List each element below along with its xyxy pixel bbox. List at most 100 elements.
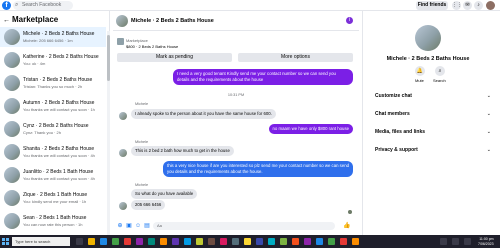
gif-icon[interactable]: ▤ xyxy=(144,223,150,229)
conversation-item[interactable]: Autumn · 2 Beds 2 Baths House You thanks… xyxy=(0,96,106,116)
conversation-preview: You: kindly send me your email · 1h xyxy=(23,199,87,204)
top-bar: f ⌕ Search Facebook Find friends ⋮⋮ ✉ ♪ xyxy=(0,0,500,11)
chat-members-row[interactable]: Chat members ⌄ xyxy=(375,111,491,119)
conversation-preview: You thanks we will contact you soon · 4h xyxy=(23,176,95,181)
sent-message: this a very nice house if are you intere… xyxy=(163,161,353,177)
conversation-item[interactable]: Katherine · 2 Beds 2 Baths House You: ok… xyxy=(0,50,106,70)
received-message: This is 2 bed 2 bath how much to get in … xyxy=(131,146,234,156)
read-receipt-avatar xyxy=(348,210,352,214)
conversation-name: Shanita · 2 Beds 2 Baths House xyxy=(23,146,95,152)
media-files-links-row[interactable]: Media, files and links ⌄ xyxy=(375,129,491,137)
app-icon[interactable] xyxy=(328,238,335,245)
facebook-logo[interactable]: f xyxy=(2,1,11,10)
mute-label: Mute xyxy=(415,78,424,83)
message-input[interactable]: Aa xyxy=(153,222,335,230)
listing-thumbnail xyxy=(4,167,20,183)
app-icon[interactable] xyxy=(316,238,323,245)
privacy-support-row[interactable]: Privacy & support ⌄ xyxy=(375,147,491,155)
app-icon[interactable] xyxy=(352,238,359,245)
chevron-down-icon: ⌄ xyxy=(486,129,491,135)
app-icon[interactable] xyxy=(124,238,131,245)
chat-avatar[interactable] xyxy=(116,15,128,27)
app-icon[interactable] xyxy=(268,238,275,245)
messenger-icon[interactable]: ✉ xyxy=(463,1,472,10)
windows-start-icon[interactable] xyxy=(2,238,9,245)
app-icon[interactable] xyxy=(208,238,215,245)
listing-price: $800 · 2 Beds 2 Baths House xyxy=(126,44,179,49)
volume-icon[interactable] xyxy=(464,238,471,245)
chat-header: Michele · 2 Beds 2 Baths House i xyxy=(113,11,359,31)
system-tray-icon[interactable] xyxy=(440,238,447,245)
mute-bell-icon[interactable]: 🔔 xyxy=(415,66,425,76)
search-input[interactable]: ⌕ Search Facebook xyxy=(13,1,73,10)
app-icon[interactable] xyxy=(220,238,227,245)
plus-icon[interactable]: ⊕ xyxy=(117,223,123,229)
sender-avatar xyxy=(119,112,127,120)
menu-grid-icon[interactable]: ⋮⋮ xyxy=(452,1,462,10)
back-arrow-icon[interactable]: ← xyxy=(3,17,10,24)
conversation-item[interactable]: Zique · 2 Beds 1 Bath House You: kindly … xyxy=(0,188,106,208)
search-icon: ⌕ xyxy=(15,2,19,8)
profile-avatar[interactable] xyxy=(486,1,495,10)
listing-thumbnail xyxy=(4,121,20,137)
conversation-item[interactable]: Sean · 2 Beds 1 Bath House You can now r… xyxy=(0,211,106,231)
taskbar-search-input[interactable]: Type here to search xyxy=(12,237,70,246)
find-friends-button[interactable]: Find friends xyxy=(416,1,448,10)
like-icon[interactable]: 👍 xyxy=(343,223,350,229)
app-icon[interactable] xyxy=(136,238,143,245)
mark-pending-button[interactable]: Mark as pending xyxy=(117,53,232,62)
app-icon[interactable] xyxy=(244,238,251,245)
wifi-icon[interactable] xyxy=(452,238,459,245)
app-icon[interactable] xyxy=(184,238,191,245)
info-icon[interactable]: i xyxy=(346,17,353,24)
chevron-down-icon: ⌄ xyxy=(486,111,491,117)
more-options-button[interactable]: More options xyxy=(238,53,353,62)
conversation-item[interactable]: Tristan · 2 Beds 2 Baths House Tristan: … xyxy=(0,73,106,93)
conversation-preview: You: ok · 4m xyxy=(23,61,46,66)
app-icon[interactable] xyxy=(280,238,287,245)
received-message: So what do you have available xyxy=(131,189,198,199)
conversation-name: Autumn · 2 Beds 2 Baths House xyxy=(23,100,95,106)
listing-thumbnail xyxy=(4,98,20,114)
taskbar-clock[interactable]: 11:00 pm 7/06/2023 xyxy=(478,237,494,246)
conversation-preview: Tristan: Thanks you so much · 2h xyxy=(23,84,83,89)
listing-label: Marketplace xyxy=(126,38,148,43)
app-icon[interactable] xyxy=(340,238,347,245)
app-icon[interactable] xyxy=(160,238,167,245)
edge-icon[interactable] xyxy=(100,238,107,245)
app-icon[interactable] xyxy=(304,238,311,245)
notifications-icon[interactable]: ♪ xyxy=(474,1,483,10)
customize-chat-row[interactable]: Customize chat ⌄ xyxy=(375,93,491,101)
file-explorer-icon[interactable] xyxy=(88,238,95,245)
conversation-item[interactable]: Juanlitto · 2 Beds 1 Bath House You than… xyxy=(0,165,106,185)
app-icon[interactable] xyxy=(292,238,299,245)
app-icon[interactable] xyxy=(256,238,263,245)
conversation-name: Cynz · 2 Beds 2 Baths House xyxy=(23,123,89,129)
app-icon[interactable] xyxy=(148,238,155,245)
image-icon[interactable]: ▣ xyxy=(126,223,132,229)
chevron-down-icon: ⌄ xyxy=(486,147,491,153)
app-icon[interactable] xyxy=(196,238,203,245)
conversation-item[interactable]: Cynz · 2 Beds 2 Baths House Cynz: Thank … xyxy=(0,119,106,139)
conversation-item[interactable]: Shanita · 2 Beds 2 Baths House You thank… xyxy=(0,142,106,162)
conversation-item[interactable]: Michele · 2 Beds 2 Baths House Michele: … xyxy=(0,27,106,47)
listing-thumbnail xyxy=(4,75,20,91)
app-icon[interactable] xyxy=(172,238,179,245)
task-view-icon[interactable] xyxy=(76,238,83,245)
conversation-details-panel: Michele · 2 Beds 2 Baths House 🔔 Mute ⌕ … xyxy=(362,11,500,235)
chat-title[interactable]: Michele · 2 Beds 2 Baths House xyxy=(131,18,214,24)
clock-time: 11:00 pm xyxy=(479,237,494,241)
app-icon[interactable] xyxy=(232,238,239,245)
listing-thumbnail xyxy=(4,29,20,45)
chrome-icon[interactable] xyxy=(112,238,119,245)
listing-thumbnail xyxy=(4,190,20,206)
search-icon[interactable]: ⌕ xyxy=(435,66,445,76)
sticker-icon[interactable]: ☺ xyxy=(135,223,141,229)
listing-summary[interactable]: Marketplace $800 · 2 Beds 2 Baths House xyxy=(117,36,353,50)
listing-thumbnail xyxy=(4,144,20,160)
conversation-preview: Cynz: Thank you · 2h xyxy=(23,130,61,135)
message-timestamp: 10:31 PM xyxy=(227,93,245,97)
chat-panel: Michele · 2 Beds 2 Baths House i Marketp… xyxy=(113,11,359,235)
sidebar-scrollbar-thumb[interactable] xyxy=(107,35,110,81)
message-sender: Michele xyxy=(135,140,149,144)
